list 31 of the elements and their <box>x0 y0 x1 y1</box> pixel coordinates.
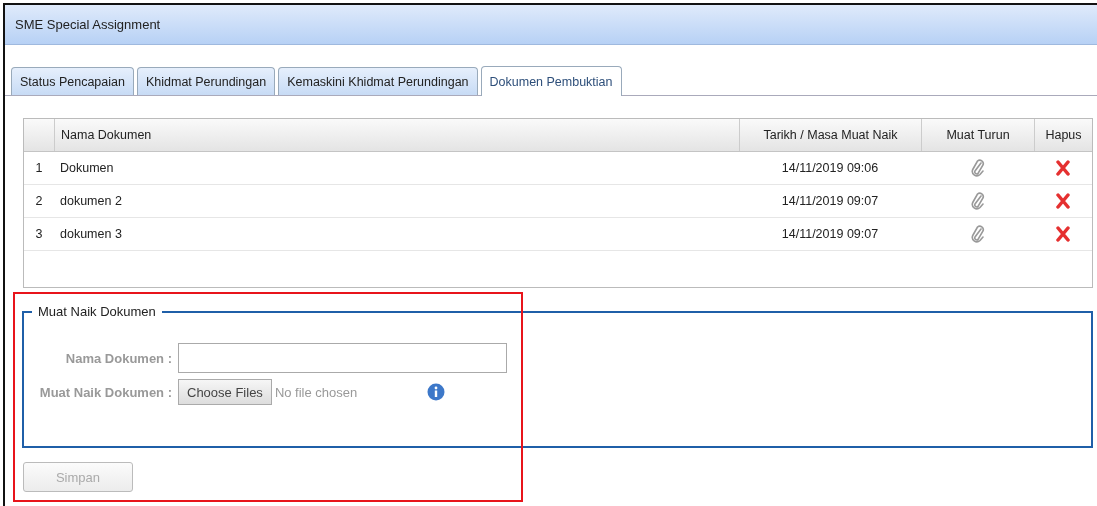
paperclip-icon[interactable] <box>970 225 985 243</box>
row-number: 3 <box>34 227 44 241</box>
paperclip-icon[interactable] <box>970 192 985 210</box>
tab[interactable]: Khidmat Perundingan <box>136 67 276 95</box>
column-header: Muat Turun <box>921 119 1034 151</box>
row-number: 1 <box>34 161 44 175</box>
tab[interactable]: Kemaskini Khidmat Perundingan <box>278 67 478 95</box>
column-header: Tarikh / Masa Muat Naik <box>739 119 921 151</box>
fieldset-legend: Muat Naik Dokumen <box>32 304 162 319</box>
table-cell-text: 14/11/2019 09:06 <box>780 161 880 175</box>
tab[interactable]: Dokumen Pembuktian <box>480 66 622 96</box>
table-cell-text: 14/11/2019 09:07 <box>780 227 880 241</box>
column-header: Hapus <box>1034 119 1092 151</box>
row-number: 2 <box>34 194 44 208</box>
table-cell-text: dokumen 3 <box>59 227 123 241</box>
paperclip-icon[interactable] <box>970 159 985 177</box>
table-cell-text: 14/11/2019 09:07 <box>780 194 880 208</box>
window-title: SME Special Assignment <box>5 5 1097 45</box>
delete-icon[interactable] <box>1056 226 1070 242</box>
field-label: Muat Naik Dokumen : <box>38 384 172 400</box>
info-icon[interactable] <box>426 383 445 401</box>
field-label: Nama Dokumen : <box>64 350 172 366</box>
tab[interactable]: Status Pencapaian <box>11 67 134 95</box>
column-header: Nama Dokumen <box>54 119 739 151</box>
input-field[interactable] <box>178 343 507 373</box>
table-cell-text: Dokumen <box>59 161 115 175</box>
table-cell-text: dokumen 2 <box>59 194 123 208</box>
file-status: No file chosen <box>274 384 359 400</box>
delete-icon[interactable] <box>1056 160 1070 176</box>
choose-files-button[interactable]: Choose Files <box>178 379 272 405</box>
delete-icon[interactable] <box>1056 193 1070 209</box>
